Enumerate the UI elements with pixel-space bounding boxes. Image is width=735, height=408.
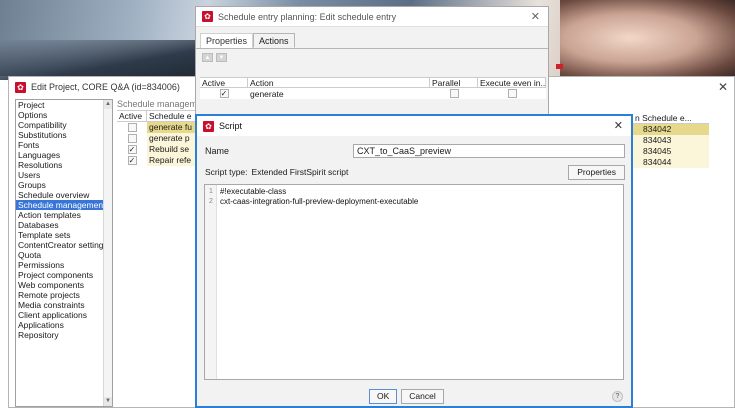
script-type-row: Script type: Extended FirstSpirit script… [205,164,625,180]
project-nav-list: Project Options Compatibility Substitutions… [15,99,113,407]
table-row[interactable]: generate fu [117,122,207,133]
actions-table-header: Active Action Parallel Execute even in..… [200,77,546,88]
active-checkbox[interactable]: ✓ [127,156,137,165]
nav-item[interactable]: Fonts [16,140,112,150]
schedule-management-label: Schedule managem [117,99,207,111]
nav-item[interactable]: Media constraints [16,300,112,310]
table-row[interactable]: generate p [117,133,207,144]
ok-button[interactable]: OK [369,389,398,404]
execute-even-checkbox[interactable] [507,89,517,98]
move-buttons: ▲ ▼ [196,49,548,66]
nav-item[interactable]: ContentCreator settings [16,240,112,250]
desktop-wallpaper-accent [556,64,563,69]
planning-title: Schedule entry planning: Edit schedule e… [218,11,397,22]
firstspirit-logo-icon: ✿ [202,11,213,22]
close-icon[interactable]: ✕ [531,10,540,23]
nav-item[interactable]: Languages [16,150,112,160]
tab-properties[interactable]: Properties [200,33,254,48]
script-titlebar[interactable]: ✿ Script [197,116,631,136]
nav-item[interactable]: Repository [16,330,112,340]
nav-item[interactable]: Template sets [16,230,112,240]
code-line: 1 #!executable-class [205,187,418,197]
schedule-id-column-header[interactable]: n Schedule e... [633,113,709,124]
code-text: cxt-caas-integration-full-preview-deploy… [220,197,419,206]
nav-item[interactable]: Compatibility [16,120,112,130]
nav-item[interactable]: Web components [16,280,112,290]
schedule-id-cell[interactable]: 834044 [633,157,709,168]
move-down-icon[interactable]: ▼ [216,53,227,62]
parallel-checkbox[interactable] [449,89,459,98]
code-text: #!executable-class [220,187,287,196]
nav-item[interactable]: Project [16,100,112,110]
script-title: Script [219,121,243,131]
active-checkbox[interactable] [127,123,137,132]
nav-scrollbar[interactable]: ▲ ▼ [103,100,112,406]
table-row[interactable]: ✓ Repair refe [117,155,207,166]
nav-item[interactable]: Quota [16,250,112,260]
action-name: generate [250,88,284,99]
nav-item[interactable]: Action templates [16,210,112,220]
cancel-button[interactable]: Cancel [401,389,444,404]
script-code-editor[interactable]: 1 #!executable-class 2 cxt-caas-integrat… [204,184,624,380]
script-type-value: Extended FirstSpirit script [251,167,349,177]
tab-actions[interactable]: Actions [253,33,295,48]
nav-item[interactable]: Resolutions [16,160,112,170]
table-row[interactable]: ✓ Rebuild se [117,144,207,155]
schedule-id-cell[interactable]: 834045 [633,146,709,157]
nav-item[interactable]: Schedule overview [16,190,112,200]
close-icon[interactable]: ✕ [614,119,623,132]
active-column-header[interactable]: Active [200,78,248,87]
dialog-buttons: OK Cancel [369,389,444,404]
edit-project-title: Edit Project, CORE Q&A (id=834006) [31,82,180,92]
line-number-gutter [205,185,217,379]
nav-item[interactable]: Substitutions [16,130,112,140]
action-column-header[interactable]: Action [248,78,430,87]
nav-item[interactable]: Users [16,170,112,180]
script-type-label: Script type: [205,167,248,177]
active-checkbox[interactable] [127,134,137,143]
active-checkbox[interactable]: ✓ [219,89,229,98]
nav-item[interactable]: Remote projects [16,290,112,300]
planning-titlebar[interactable]: ✿ Schedule entry planning: Edit schedule… [196,7,548,27]
nav-item[interactable]: Schedule management [16,200,112,210]
scroll-down-icon[interactable]: ▼ [104,397,112,406]
schedule-id-cell[interactable]: 834043 [633,135,709,146]
schedule-id-cell[interactable]: 834042 [633,124,709,135]
table-row[interactable]: ✓ generate [200,88,546,99]
script-dialog: ✿ Script ✕ Name CXT_to_CaaS_preview Scri… [195,114,633,408]
nav-item[interactable]: Applications [16,320,112,330]
desktop-wallpaper-shape [0,40,200,80]
firstspirit-logo-icon: ✿ [15,81,26,93]
execute-even-column-header[interactable]: Execute even in... [478,78,546,87]
schedule-id-column: n Schedule e... 834042 834043 834045 834044 [633,113,709,168]
schedule-table-header: Active Schedule e [117,111,207,122]
actions-table: Active Action Parallel Execute even in..… [200,77,546,99]
active-column-header[interactable]: Active [117,111,147,121]
name-field[interactable]: CXT_to_CaaS_preview [353,144,625,158]
planning-tabs: Properties Actions [196,33,548,49]
nav-item[interactable]: Client applications [16,310,112,320]
properties-button[interactable]: Properties [568,164,625,180]
nav-item[interactable]: Permissions [16,260,112,270]
nav-item[interactable]: Project components [16,270,112,280]
close-icon[interactable]: ✕ [718,80,728,94]
line-number: 2 [209,198,213,205]
line-number: 1 [209,188,213,195]
move-up-icon[interactable]: ▲ [202,53,213,62]
nav-item[interactable]: Groups [16,180,112,190]
active-checkbox[interactable]: ✓ [127,145,137,154]
parallel-column-header[interactable]: Parallel [430,78,478,87]
schedule-entry-planning-window: ✿ Schedule entry planning: Edit schedule… [195,6,549,126]
nav-item[interactable]: Databases [16,220,112,230]
firstspirit-logo-icon: ✿ [203,120,214,132]
name-label: Name [205,146,230,156]
nav-item[interactable]: Options [16,110,112,120]
help-icon[interactable]: ? [612,391,623,402]
schedule-management-panel: Schedule managem Active Schedule e gener… [117,99,207,199]
code-line: 2 cxt-caas-integration-full-preview-depl… [205,197,418,207]
scroll-up-icon[interactable]: ▲ [104,100,112,109]
desktop-wallpaper-image [560,0,735,76]
name-row: Name CXT_to_CaaS_preview [205,144,625,158]
